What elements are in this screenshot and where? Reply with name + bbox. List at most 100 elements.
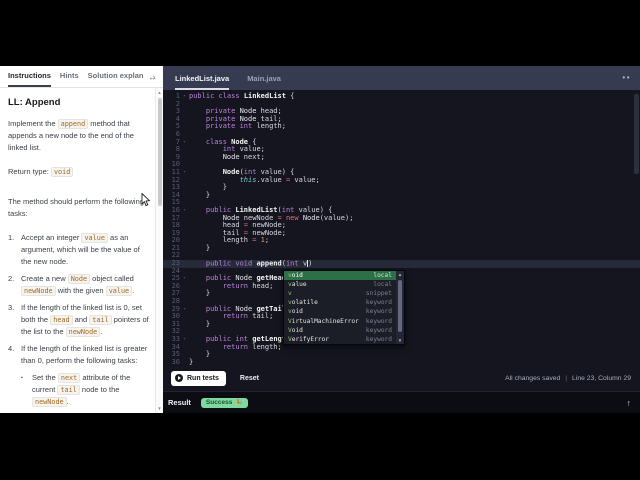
code-line[interactable]: 13 }	[163, 183, 640, 192]
fold-gutter	[180, 359, 189, 365]
code-token: }	[189, 357, 194, 365]
fold-chevron-icon[interactable]: ▾	[180, 306, 189, 314]
text-segment: Set the	[32, 373, 58, 382]
inline-code: newNode	[65, 327, 101, 337]
fold-chevron-icon[interactable]: ▾	[180, 207, 189, 215]
code-line[interactable]: 5 private int length;	[163, 123, 640, 131]
fold-chevron-icon[interactable]: ▾	[180, 275, 189, 283]
run-tests-label: Run tests	[187, 374, 219, 382]
text-segment: node to the	[79, 385, 120, 394]
code-token: int	[285, 259, 299, 268]
code-token: v	[298, 259, 308, 268]
autocomplete-item[interactable]: VirtualMachineError keyword	[284, 316, 404, 325]
autocomplete-item[interactable]: v snippet	[284, 289, 404, 298]
fold-gutter	[180, 199, 189, 207]
editor-status: All changes saved | Line 23, Column 29	[505, 375, 631, 382]
suggestion-name: value	[288, 281, 307, 289]
tab-main-java[interactable]: Main.java	[247, 74, 281, 90]
code-token: }	[189, 190, 211, 199]
reset-button[interactable]: Reset	[240, 375, 259, 382]
scroll-down-icon[interactable]: ▼	[396, 338, 404, 343]
text-segment: Return type:	[8, 167, 51, 176]
code-token: public	[205, 259, 232, 268]
line-number: 36	[171, 357, 180, 365]
autocomplete-item[interactable]: volatile keyword	[284, 298, 404, 307]
autocomplete-item[interactable]: void keyword	[284, 307, 404, 316]
fold-gutter	[180, 268, 189, 276]
editor-scrollbar-thumb[interactable]	[634, 94, 639, 174]
cursor-position: Line 23, Column 29	[572, 374, 631, 382]
autocomplete-item[interactable]: Void keyword	[284, 326, 404, 335]
inline-code: value	[81, 233, 108, 243]
code-token: append	[256, 259, 282, 268]
step-text: Accept an integer value as an argument, …	[21, 232, 150, 268]
run-tests-button[interactable]: Run tests	[171, 370, 226, 386]
code-token: )	[308, 259, 313, 268]
autocomplete-list: void local value local v snippet volatile keywo…	[284, 271, 404, 344]
autocomplete-item[interactable]: value local	[284, 280, 404, 289]
tab-linkedlist-java[interactable]: LinkedList.java	[175, 74, 230, 90]
status-divider: |	[565, 374, 568, 382]
code-line[interactable]: 21 }	[163, 243, 640, 253]
autocomplete-item[interactable]: VerifyError keyword	[284, 335, 404, 344]
fold-chevron-icon[interactable]: ▾	[180, 169, 189, 177]
code-line[interactable]: 12 this.value = value;	[163, 176, 640, 185]
inline-code: tail	[89, 315, 112, 325]
tab-hints[interactable]: Hints	[60, 71, 79, 87]
fold-chevron-icon[interactable]: ▾	[180, 336, 189, 344]
code-token: length;	[252, 122, 286, 131]
step-text: If the length of the linked list is 0, s…	[21, 302, 150, 338]
scroll-down-icon[interactable]: ▼	[156, 406, 163, 411]
text-segment: and	[72, 315, 90, 324]
code-token: }	[189, 319, 211, 328]
code-line[interactable]: 1 ▾ public class LinkedList {	[163, 92, 640, 101]
fold-gutter	[180, 101, 189, 109]
scroll-up-icon[interactable]: ▲	[396, 272, 404, 277]
fold-gutter	[180, 146, 189, 154]
text-segment: object called	[90, 274, 134, 283]
code-line[interactable]: 36}	[163, 357, 640, 365]
suggestion-kind: keyword	[365, 308, 392, 316]
scrollbar-thumb[interactable]	[157, 98, 162, 206]
step-text: Create a new Node object called newNode …	[21, 273, 150, 297]
instructions-tabbar: Instructions Hints Solution explan › ←	[0, 66, 163, 88]
autocomplete-scrollbar[interactable]: ▲ ▼	[396, 271, 404, 344]
task-steps: 1. Accept an integer value as an argument…	[8, 232, 150, 413]
code-line[interactable]: 20 length = 1;	[163, 236, 640, 245]
fold-chevron-icon[interactable]: ▾	[180, 93, 189, 101]
code-line[interactable]: 23 public void append(int v)	[163, 259, 640, 268]
code-line[interactable]: 9 Node next;	[163, 152, 640, 162]
expand-result-arrow-icon[interactable]: ↑	[627, 398, 632, 408]
task-step: 3. If the length of the linked list is 0,…	[8, 302, 150, 338]
code-line[interactable]: 14 }	[163, 190, 640, 200]
fold-chevron-icon[interactable]: ▾	[180, 139, 189, 147]
collapse-panel-arrow-icon[interactable]: ←	[148, 72, 157, 82]
text-segment: .	[66, 397, 69, 406]
success-badge-label: Success	[205, 399, 233, 406]
code-token: return	[222, 312, 249, 321]
inline-code: Node	[67, 274, 91, 284]
code-token: next;	[239, 152, 265, 161]
instructions-scrollbar[interactable]: ▲ ▼	[155, 88, 163, 413]
scroll-up-icon[interactable]: ▲	[156, 90, 163, 95]
suggestion-name: void	[288, 308, 303, 316]
autocomplete-item[interactable]: void local	[284, 271, 404, 281]
code-line[interactable]: 35 }	[163, 350, 640, 359]
code-token: }	[189, 243, 211, 252]
inline-code: newNode	[21, 286, 56, 296]
fold-gutter	[180, 177, 189, 185]
tab-instructions[interactable]: Instructions	[8, 71, 51, 87]
scrollbar-thumb[interactable]	[397, 280, 402, 332]
code-token: length;	[248, 342, 282, 351]
suggestion-kind: keyword	[365, 335, 392, 343]
suggestion-name: void	[288, 272, 303, 280]
step-number: 3.	[8, 303, 15, 312]
tasks-intro: The method should perform the following …	[8, 197, 144, 218]
result-bar: Result Success 🎉 ↑	[163, 391, 640, 413]
more-options-icon[interactable]: ••	[622, 73, 631, 82]
success-badge: Success 🎉	[200, 397, 248, 408]
code-token: void	[235, 259, 253, 268]
tab-solution-explanation[interactable]: Solution explan	[88, 71, 144, 87]
